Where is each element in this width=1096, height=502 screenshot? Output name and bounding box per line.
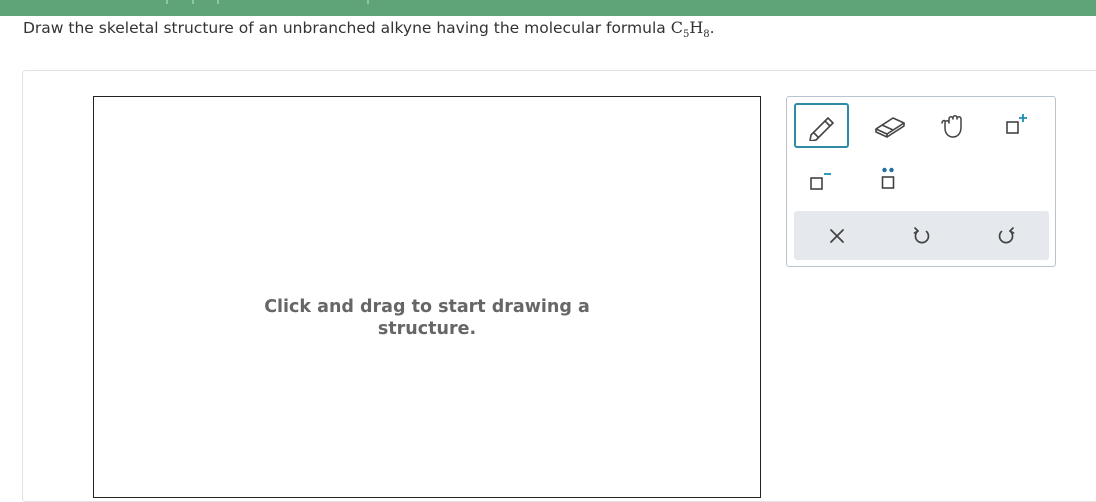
clear-icon (830, 229, 844, 243)
redo-icon (998, 227, 1015, 244)
negative-charge-icon (810, 173, 831, 190)
question-text: Draw the skeletal structure of an unbran… (23, 18, 715, 40)
eraser-tool-button[interactable] (871, 111, 909, 141)
hand-tool-button[interactable] (937, 109, 973, 143)
pencil-icon (808, 116, 834, 141)
drawing-toolbox (786, 96, 1056, 267)
canvas-hint-line2: structure. (377, 319, 477, 339)
canvas-hint: Click and drag to start drawing a struct… (94, 296, 760, 340)
question-period: . (709, 19, 715, 37)
lone-pair-icon (881, 167, 895, 189)
pencil-tool-button[interactable] (794, 103, 849, 148)
top-bar-tick (217, 0, 219, 4)
molecular-formula: C5H8 (670, 18, 710, 40)
positive-charge-icon (1006, 114, 1027, 134)
question-prompt: Draw the skeletal structure of an unbran… (23, 19, 671, 37)
positive-charge-tool-button[interactable] (1003, 111, 1033, 141)
undo-button[interactable] (909, 223, 935, 249)
hand-icon (941, 115, 962, 138)
action-bar (794, 211, 1049, 260)
top-bar-tick (367, 0, 369, 4)
negative-charge-tool-button[interactable] (805, 167, 835, 197)
lone-pair-tool-button[interactable] (872, 163, 904, 195)
clear-button[interactable] (824, 223, 850, 249)
drawing-canvas[interactable]: Click and drag to start drawing a struct… (93, 96, 761, 498)
top-bar-tick (192, 0, 194, 4)
undo-icon (913, 227, 930, 244)
top-bar (0, 0, 1096, 16)
top-bar-tick (166, 0, 168, 4)
canvas-hint-line1: Click and drag to start drawing a (264, 297, 590, 317)
redo-button[interactable] (993, 223, 1019, 249)
eraser-icon (875, 117, 905, 138)
